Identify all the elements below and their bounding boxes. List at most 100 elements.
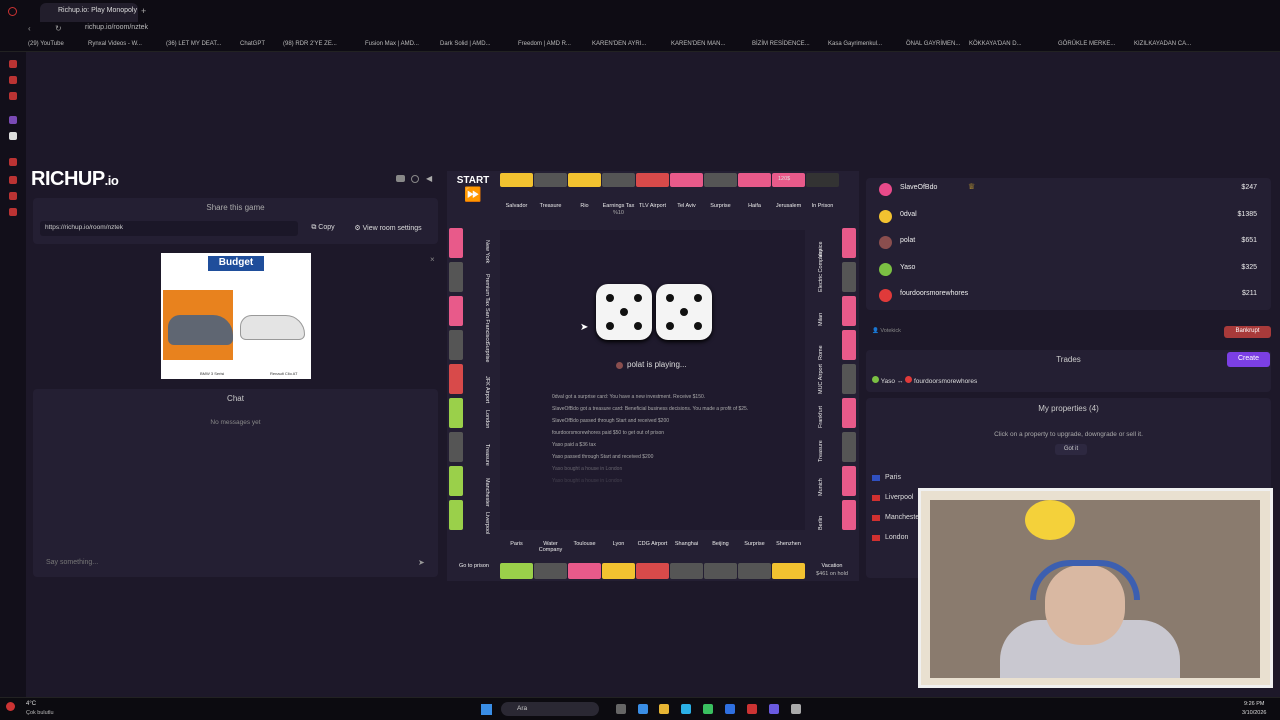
taskbar-app-icon[interactable]: [747, 704, 757, 714]
board-tile-bottom[interactable]: [670, 563, 703, 579]
board-tile-bottom[interactable]: [738, 563, 771, 579]
board-tile-top[interactable]: [636, 173, 669, 187]
got-it-button[interactable]: Got it: [1055, 444, 1087, 455]
bookmark-item[interactable]: KAREN'DEN AYRI...: [592, 41, 646, 47]
bookmark-item[interactable]: KAREN'DEN MAN...: [671, 41, 726, 47]
board-tile-left[interactable]: [449, 500, 463, 530]
board-tile-bottom[interactable]: [500, 563, 533, 579]
bookmark-item[interactable]: BİZİM RESİDENCE...: [752, 41, 810, 47]
board-tile-left[interactable]: [449, 330, 463, 360]
board-tile-bottom[interactable]: [602, 563, 635, 579]
board-tile-left[interactable]: [449, 466, 463, 496]
bookmark-item[interactable]: Fusion Max | AMD...: [365, 41, 419, 47]
weather-icon[interactable]: [6, 702, 15, 711]
help-icon[interactable]: [411, 175, 419, 183]
bookmark-item[interactable]: Freedom | AMD R...: [518, 41, 571, 47]
clock-time[interactable]: 9:26 PM: [1244, 701, 1264, 707]
windows-start-icon[interactable]: [481, 704, 492, 715]
taskbar-app-icon[interactable]: [638, 704, 648, 714]
bookmark-item[interactable]: Rynxal Videos - W...: [88, 41, 142, 47]
board-tile-top[interactable]: [704, 173, 737, 187]
bookmark-item[interactable]: ChatGPT: [240, 41, 265, 47]
taskbar-app-icon[interactable]: [791, 704, 801, 714]
board-tile-left[interactable]: [449, 228, 463, 258]
taskbar-app-icon[interactable]: [703, 704, 713, 714]
back-icon[interactable]: ‹: [28, 24, 31, 33]
bookmark-item[interactable]: Kasa Gayrimenkul...: [828, 41, 882, 47]
room-settings-button[interactable]: ⚙ View room settings: [346, 221, 430, 236]
copy-button[interactable]: ⧉ Copy: [304, 221, 342, 236]
new-tab-icon[interactable]: +: [141, 6, 146, 16]
taskbar-search[interactable]: Ara: [501, 702, 599, 716]
share-link-field[interactable]: https://richup.io/room/nztek: [40, 221, 298, 236]
board-tile-right[interactable]: [842, 296, 856, 326]
taskbar-app-icon[interactable]: [769, 704, 779, 714]
trade-item[interactable]: Yaso ↔ fourdoorsmorewhores: [872, 376, 977, 385]
player-row[interactable]: SlaveOfBdo $247 ♕: [872, 178, 1267, 202]
sidebar-app-icon[interactable]: [9, 176, 17, 184]
property-item[interactable]: Paris: [885, 474, 901, 481]
richup-logo[interactable]: RICHUP.io: [31, 168, 119, 191]
browser-tab[interactable]: Richup.io: Play Monopoly: [40, 3, 138, 22]
property-item[interactable]: Manchester: [885, 514, 922, 521]
player-row[interactable]: Yaso $325: [872, 258, 1267, 282]
discord-icon[interactable]: [396, 175, 405, 182]
sidebar-app-icon[interactable]: [9, 116, 17, 124]
property-item[interactable]: London: [885, 534, 908, 541]
board-tile-right[interactable]: [842, 330, 856, 360]
sidebar-app-icon[interactable]: [9, 192, 17, 200]
board-tile-left[interactable]: [449, 398, 463, 428]
votekick-button[interactable]: 👤 Votekick: [872, 328, 901, 334]
close-ad-icon[interactable]: ×: [430, 255, 435, 264]
board-tile-right[interactable]: [842, 398, 856, 428]
bookmark-item[interactable]: GÖRÜKLE MERKE...: [1058, 41, 1115, 47]
taskbar-app-icon[interactable]: [659, 704, 669, 714]
taskbar-app-icon[interactable]: [616, 704, 626, 714]
board-tile-left[interactable]: [449, 364, 463, 394]
url-field[interactable]: richup.io/room/nztek: [85, 24, 148, 31]
board-tile-top[interactable]: [670, 173, 703, 187]
board-tile-right[interactable]: [842, 228, 856, 258]
board-tile-bottom[interactable]: [772, 563, 805, 579]
send-icon[interactable]: ➤: [418, 558, 425, 567]
sidebar-app-icon[interactable]: [9, 158, 17, 166]
sidebar-app-icon[interactable]: [9, 76, 17, 84]
volume-icon[interactable]: ◀: [426, 174, 432, 183]
bookmark-item[interactable]: KIZILKAYADAN CA...: [1134, 41, 1191, 47]
taskbar-app-icon[interactable]: [725, 704, 735, 714]
sidebar-app-icon[interactable]: [9, 92, 17, 100]
board-tile-bottom[interactable]: [568, 563, 601, 579]
sidebar-app-icon[interactable]: [9, 208, 17, 216]
taskbar-app-icon[interactable]: [681, 704, 691, 714]
board-tile-left[interactable]: [449, 262, 463, 292]
x-icon[interactable]: [9, 132, 17, 140]
board-tile-left[interactable]: [449, 432, 463, 462]
bookmark-item[interactable]: ÖNAL GAYRİMEN...: [906, 41, 960, 47]
board-tile-right[interactable]: [842, 500, 856, 530]
board-tile-right[interactable]: [842, 364, 856, 394]
board-tile-top[interactable]: [534, 173, 567, 187]
property-item[interactable]: Liverpool: [885, 494, 913, 501]
browser-menu-icon[interactable]: [8, 7, 17, 16]
sidebar-app-icon[interactable]: [9, 60, 17, 68]
bankrupt-button[interactable]: Bankrupt: [1224, 326, 1271, 338]
board-tile-top[interactable]: [806, 173, 839, 187]
player-row[interactable]: 0dval $1385: [872, 205, 1267, 229]
bookmark-item[interactable]: (36) LET MY DEAT...: [166, 41, 221, 47]
board-tile-top[interactable]: [602, 173, 635, 187]
board-tile-bottom[interactable]: [704, 563, 737, 579]
bookmark-item[interactable]: KÖKKAYA'DAN D...: [969, 41, 1022, 47]
board-tile-bottom[interactable]: [636, 563, 669, 579]
player-row[interactable]: fourdoorsmorewhores $211: [872, 284, 1267, 308]
board-tile-right[interactable]: [842, 262, 856, 292]
board-tile-top[interactable]: [568, 173, 601, 187]
board-tile-right[interactable]: [842, 466, 856, 496]
board-tile-right[interactable]: [842, 432, 856, 462]
bookmark-item[interactable]: (98) RDR 2'YE ZE...: [283, 41, 337, 47]
board-tile-left[interactable]: [449, 296, 463, 326]
board-tile-top[interactable]: [500, 173, 533, 187]
reload-icon[interactable]: ↻: [55, 24, 62, 33]
chat-input[interactable]: Say something...: [40, 556, 432, 572]
board-tile-top[interactable]: [738, 173, 771, 187]
board-tile-bottom[interactable]: [534, 563, 567, 579]
